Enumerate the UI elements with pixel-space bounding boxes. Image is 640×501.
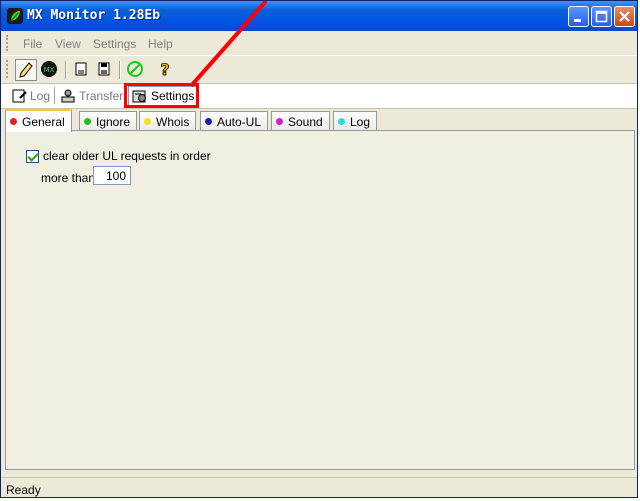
tab-label: General (22, 114, 65, 129)
annotation-arrow (189, 1, 268, 88)
red-dot-icon (10, 118, 17, 125)
app-window: MX Monitor 1.28Eb File View Settings Hel… (0, 0, 638, 498)
tab-general[interactable]: General (5, 109, 72, 132)
